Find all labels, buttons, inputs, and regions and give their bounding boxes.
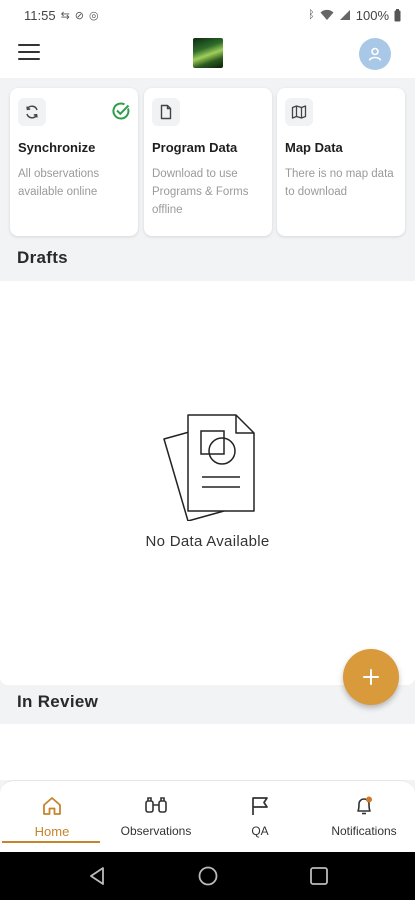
status-left: 11:55 ⇆ ⊘ ◎ xyxy=(24,8,99,23)
card-title: Synchronize xyxy=(18,140,96,155)
document-icon xyxy=(152,98,180,126)
card-title: Program Data xyxy=(152,140,238,155)
drafts-heading: Drafts xyxy=(17,248,68,267)
status-time: 11:55 xyxy=(24,7,56,23)
in-review-heading: In Review xyxy=(17,692,99,711)
app-bar xyxy=(0,30,415,78)
wifi-icon xyxy=(320,9,334,20)
usb-icon: ⇆ xyxy=(60,9,70,22)
card-description: All observations available online xyxy=(18,168,100,198)
battery-percent: 100% xyxy=(355,7,389,23)
nav-notifications[interactable]: Notifications xyxy=(312,781,415,845)
no-data-illustration xyxy=(163,414,255,521)
map-data-card[interactable]: Map Data There is no map data to downloa… xyxy=(277,88,405,236)
plus-icon xyxy=(363,669,379,685)
add-observation-button[interactable] xyxy=(343,649,399,705)
nav-observations[interactable]: Observations xyxy=(104,781,208,845)
status-right: ᛒ 100% xyxy=(308,8,401,23)
bluetooth-icon: ᛒ xyxy=(308,9,315,21)
nav-label: Home xyxy=(34,824,70,839)
card-title: Map Data xyxy=(285,140,343,155)
signal-icon xyxy=(339,10,350,20)
status-bar: 11:55 ⇆ ⊘ ◎ ᛒ 100% xyxy=(0,0,415,30)
back-icon[interactable] xyxy=(86,864,110,888)
hamburger-menu-icon[interactable] xyxy=(18,44,40,62)
battery-icon xyxy=(394,8,401,21)
empty-state-text: No Data Available xyxy=(145,533,270,550)
check-circle-icon xyxy=(112,102,130,120)
sync-icon xyxy=(18,98,46,126)
synchronize-card[interactable]: Synchronize All observations available o… xyxy=(10,88,138,236)
map-icon xyxy=(285,98,313,126)
nav-label: Observations xyxy=(120,824,192,838)
drafts-panel: No Data Available xyxy=(0,281,415,685)
user-avatar-button[interactable] xyxy=(359,38,391,70)
program-data-card[interactable]: Program Data Download to use Programs & … xyxy=(144,88,272,236)
home-circle-icon[interactable] xyxy=(196,864,220,888)
bottom-navigation: Home Observations QA Notifications xyxy=(0,780,415,852)
user-icon xyxy=(368,47,382,61)
bell-icon xyxy=(312,795,415,817)
summary-cards: Synchronize All observations available o… xyxy=(10,88,405,236)
nav-home[interactable]: Home xyxy=(0,781,104,845)
app-logo xyxy=(193,38,223,68)
nav-label: Notifications xyxy=(331,824,397,838)
card-description: Download to use Programs & Forms offline xyxy=(152,168,249,216)
system-navigation-bar xyxy=(0,852,415,900)
home-icon xyxy=(0,795,104,817)
notification-muted-icon: ⊘ xyxy=(74,9,85,22)
flag-icon xyxy=(208,795,312,817)
card-description: There is no map data to download xyxy=(285,168,394,198)
recent-apps-icon[interactable] xyxy=(307,864,331,888)
active-tab-indicator xyxy=(2,841,100,843)
nav-label: QA xyxy=(251,824,269,838)
binoculars-icon xyxy=(104,795,208,817)
in-review-panel xyxy=(0,724,415,780)
data-saver-icon: ◎ xyxy=(89,9,99,22)
nav-qa[interactable]: QA xyxy=(208,781,312,845)
